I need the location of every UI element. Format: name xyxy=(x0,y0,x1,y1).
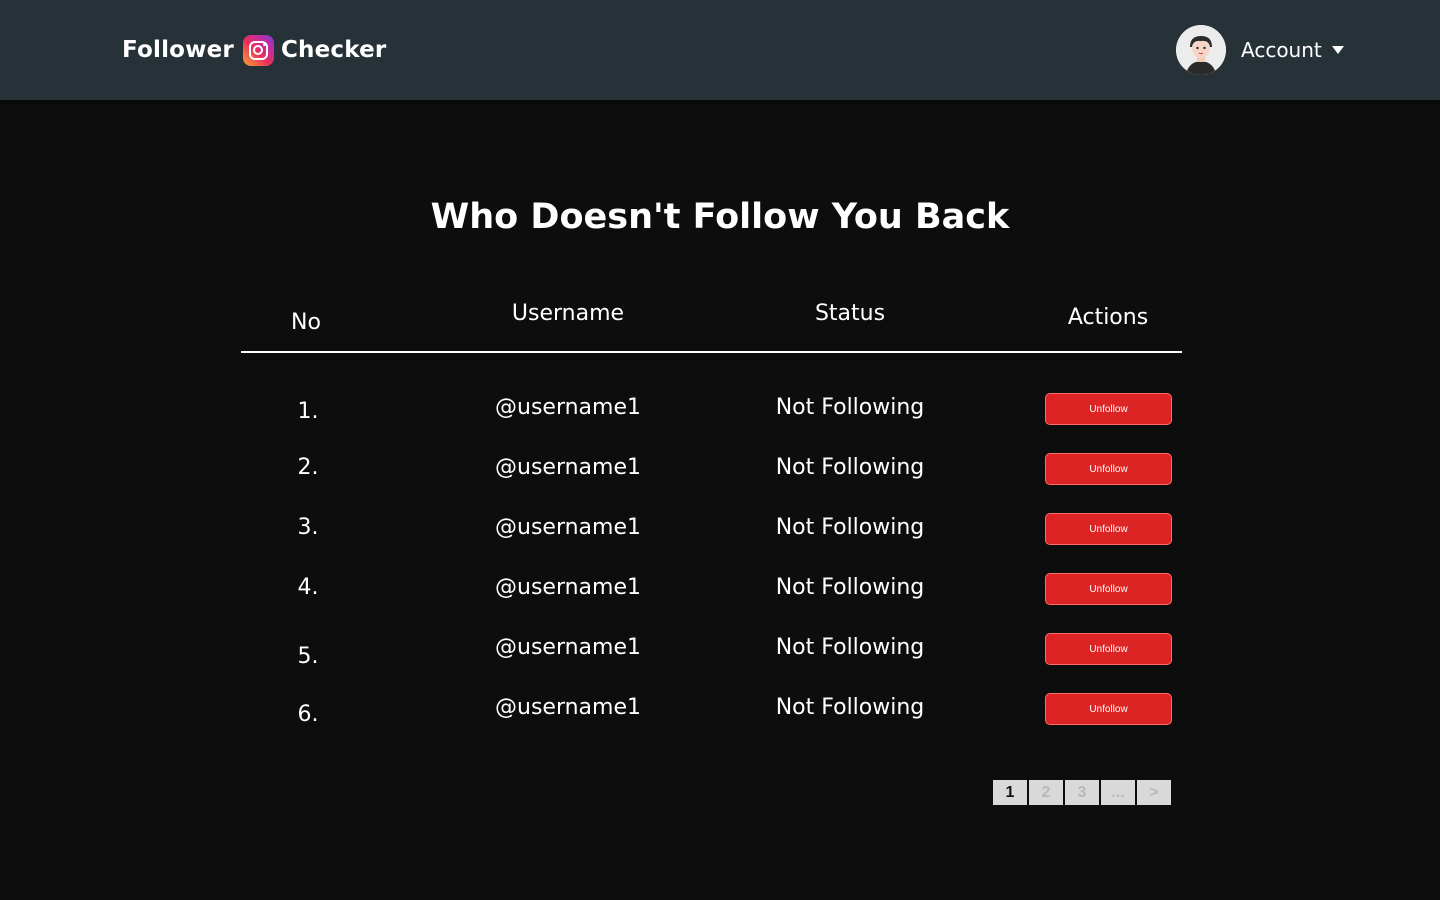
chevron-down-icon[interactable] xyxy=(1331,46,1344,54)
account-label[interactable]: Account xyxy=(1241,38,1322,62)
account-menu[interactable]: Account xyxy=(1176,25,1344,75)
row-status: Not Following xyxy=(775,635,925,660)
unfollow-button[interactable]: Unfollow xyxy=(1045,693,1172,725)
column-header-username: Username xyxy=(511,301,625,326)
page-button-ellipsis[interactable]: ... xyxy=(1101,780,1135,805)
page-title: Who Doesn't Follow You Back xyxy=(430,197,1010,237)
row-status: Not Following xyxy=(775,695,925,720)
top-navbar: Follower Checker Account xyxy=(0,0,1440,100)
table-header-divider xyxy=(241,351,1182,353)
instagram-icon xyxy=(242,34,274,66)
unfollow-button[interactable]: Unfollow xyxy=(1045,393,1172,425)
row-username[interactable]: @username1 xyxy=(438,455,698,480)
page-button-2[interactable]: 2 xyxy=(1029,780,1063,805)
row-username[interactable]: @username1 xyxy=(438,575,698,600)
row-username[interactable]: @username1 xyxy=(438,395,698,420)
row-number: 2. xyxy=(297,455,319,480)
row-status: Not Following xyxy=(775,575,925,600)
brand-logo[interactable]: Follower Checker xyxy=(122,32,386,68)
column-header-status: Status xyxy=(814,301,886,326)
brand-text-right: Checker xyxy=(280,37,387,63)
next-page-button[interactable]: > xyxy=(1137,780,1171,805)
row-status: Not Following xyxy=(775,395,925,420)
unfollow-button[interactable]: Unfollow xyxy=(1045,633,1172,665)
row-status: Not Following xyxy=(775,515,925,540)
row-number: 3. xyxy=(297,515,319,540)
page-button-1[interactable]: 1 xyxy=(993,780,1027,805)
row-number: 1. xyxy=(297,399,319,424)
row-number: 5. xyxy=(297,644,319,669)
column-header-no: No xyxy=(291,310,321,335)
row-username[interactable]: @username1 xyxy=(438,515,698,540)
unfollow-button[interactable]: Unfollow xyxy=(1045,513,1172,545)
row-number: 6. xyxy=(297,702,319,727)
column-header-actions: Actions xyxy=(1067,305,1149,330)
brand-text-left: Follower xyxy=(122,37,234,63)
row-username[interactable]: @username1 xyxy=(438,695,698,720)
avatar[interactable] xyxy=(1176,25,1226,75)
page-button-3[interactable]: 3 xyxy=(1065,780,1099,805)
unfollow-button[interactable]: Unfollow xyxy=(1045,453,1172,485)
pagination: 1 2 3 ... > xyxy=(993,780,1173,805)
row-status: Not Following xyxy=(775,455,925,480)
row-username[interactable]: @username1 xyxy=(438,635,698,660)
unfollow-button[interactable]: Unfollow xyxy=(1045,573,1172,605)
row-number: 4. xyxy=(297,575,319,600)
